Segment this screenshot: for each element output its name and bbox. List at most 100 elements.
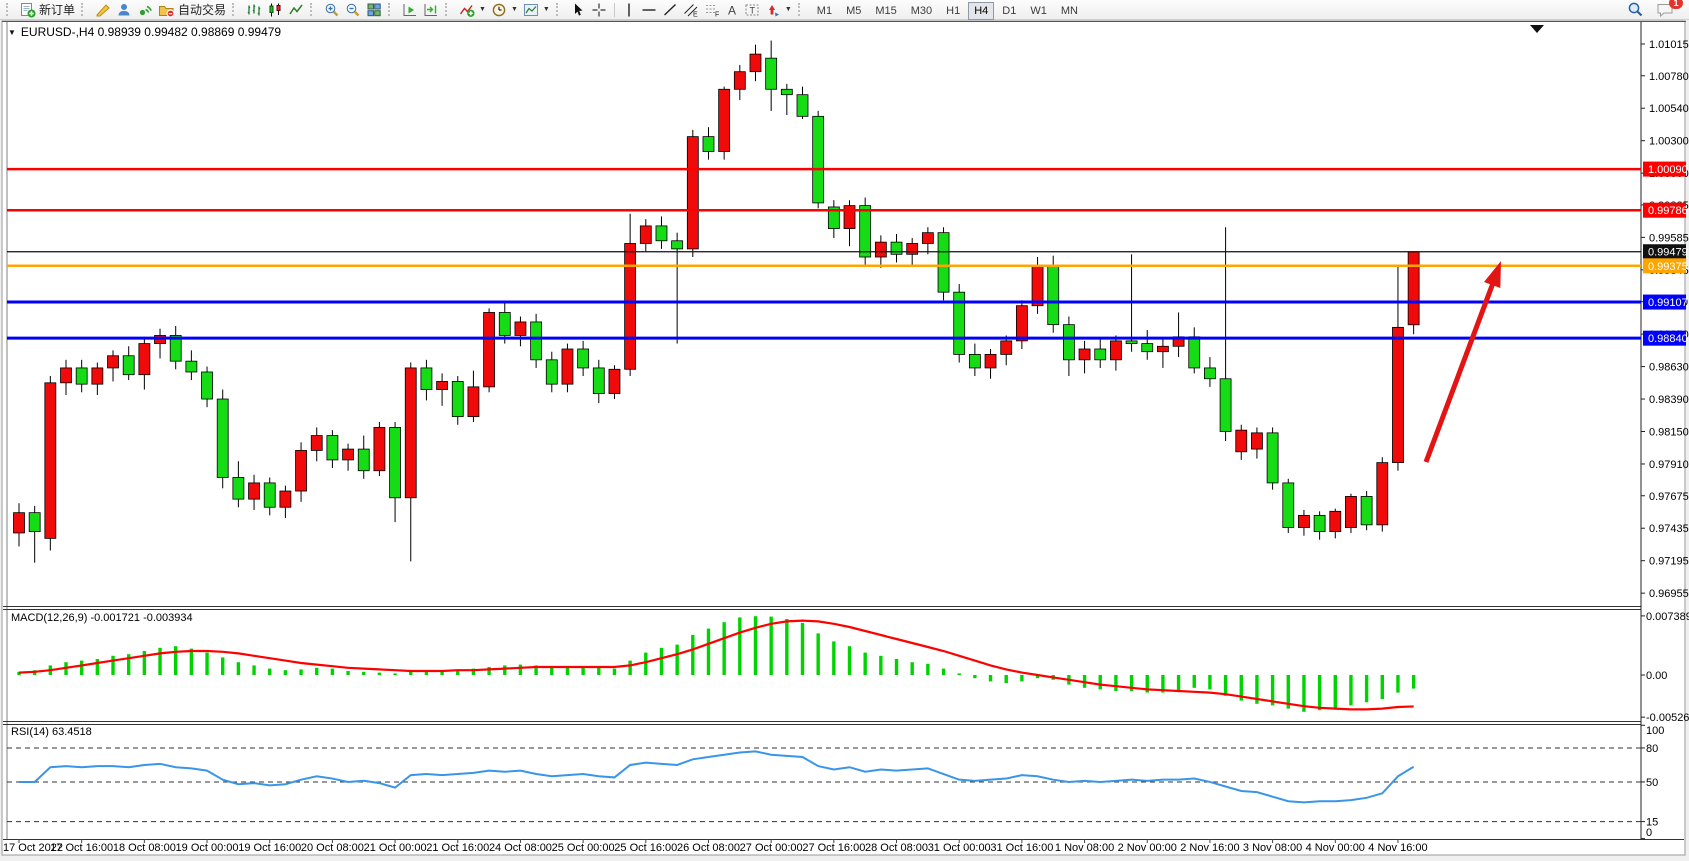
- vertical-line-button[interactable]: [620, 1, 638, 19]
- toolbar-grip: [556, 3, 563, 16]
- crosshair-icon: [591, 2, 607, 18]
- channel-icon: E: [683, 2, 699, 18]
- styler-button[interactable]: [93, 1, 113, 19]
- zoom-out-button[interactable]: [343, 1, 363, 19]
- arrows-button[interactable]: ▼: [763, 1, 794, 19]
- svg-text:1.00300: 1.00300: [1649, 136, 1689, 148]
- svg-text:27 Oct 00:00: 27 Oct 00:00: [740, 842, 803, 854]
- ohlc-bars-icon: [246, 2, 262, 18]
- horizontal-line-button[interactable]: [639, 1, 659, 19]
- svg-text:4 Nov 00:00: 4 Nov 00:00: [1306, 842, 1365, 854]
- toolbar-right: 1: [1625, 1, 1676, 19]
- chart-shift-icon: [423, 2, 439, 18]
- fibonacci-button[interactable]: F: [702, 1, 722, 19]
- search-icon: [1627, 1, 1644, 18]
- new-order-button[interactable]: 新订单: [18, 1, 77, 19]
- autotrading-label: 自动交易: [178, 1, 226, 18]
- svg-text:0.007389: 0.007389: [1646, 611, 1689, 623]
- svg-text:0: 0: [1646, 827, 1652, 839]
- equidistant-channel-button[interactable]: E: [681, 1, 701, 19]
- svg-text:3 Nov 08:00: 3 Nov 08:00: [1243, 842, 1302, 854]
- svg-text:-0.005269: -0.005269: [1646, 712, 1689, 724]
- bar-chart-button[interactable]: [244, 1, 264, 19]
- timeframe-button-m1[interactable]: M1: [811, 2, 838, 20]
- templates-button[interactable]: ▼: [521, 1, 552, 19]
- horizontal-line-icon: [641, 2, 657, 18]
- chevron-down-icon: ▼: [511, 6, 518, 13]
- svg-text:21 Oct 00:00: 21 Oct 00:00: [364, 842, 427, 854]
- toolbar-grip: [232, 3, 239, 16]
- fibonacci-icon: F: [704, 2, 720, 18]
- timeframe-button-m15[interactable]: M15: [869, 2, 902, 20]
- rsi-indicator-label: RSI(14) 63.4518: [11, 726, 92, 738]
- svg-text:27 Oct 16:00: 27 Oct 16:00: [802, 842, 865, 854]
- line-chart-button[interactable]: [286, 1, 306, 19]
- line-chart-icon: [288, 2, 304, 18]
- timeframe-button-m30[interactable]: M30: [905, 2, 938, 20]
- zoom-in-button[interactable]: [322, 1, 342, 19]
- svg-text:31 Oct 16:00: 31 Oct 16:00: [990, 842, 1053, 854]
- chevron-down-icon: ▼: [785, 6, 792, 13]
- clock-icon: [491, 2, 507, 18]
- svg-text:2 Nov 16:00: 2 Nov 16:00: [1180, 842, 1239, 854]
- toolbar-grip: [388, 3, 395, 16]
- label-button[interactable]: T: [742, 1, 762, 19]
- text-icon: A: [725, 2, 739, 18]
- timeframe-toolbar: M1M5M15M30H1H4D1W1MN: [810, 1, 1085, 19]
- symbol-dropdown-icon[interactable]: ▼: [8, 28, 16, 37]
- zoom-in-icon: [324, 2, 340, 18]
- timeframe-button-d1[interactable]: D1: [996, 2, 1022, 20]
- autotrading-button[interactable]: 自动交易: [156, 1, 228, 19]
- vertical-line-icon: [622, 2, 636, 18]
- svg-text:F: F: [715, 11, 719, 18]
- toolbar-separator: [614, 3, 615, 17]
- cursor-button[interactable]: [568, 1, 588, 19]
- tile-windows-button[interactable]: [364, 1, 384, 19]
- svg-text:28 Oct 08:00: 28 Oct 08:00: [865, 842, 928, 854]
- svg-text:2 Nov 00:00: 2 Nov 00:00: [1118, 842, 1177, 854]
- timeframe-button-m5[interactable]: M5: [840, 2, 867, 20]
- notification-badge: 1: [1669, 0, 1683, 9]
- svg-text:21 Oct 16:00: 21 Oct 16:00: [426, 842, 489, 854]
- periods-button[interactable]: ▼: [489, 1, 520, 19]
- terminal-button[interactable]: [114, 1, 134, 19]
- chart-canvas[interactable]: 1.010151.007801.005401.003001.000600.998…: [0, 20, 1689, 861]
- time-axis: 17 Oct 202217 Oct 16:0018 Oct 08:0019 Oc…: [3, 839, 1428, 854]
- new-order-label: 新订单: [39, 1, 75, 18]
- trendline-icon: [662, 2, 678, 18]
- crosshair-button[interactable]: [589, 1, 609, 19]
- svg-text:T: T: [749, 5, 755, 15]
- chevron-down-icon: ▼: [479, 6, 486, 13]
- svg-text:17 Oct 16:00: 17 Oct 16:00: [50, 842, 113, 854]
- chart-window: 1.010151.007801.005401.003001.000600.998…: [0, 20, 1689, 861]
- chat-button[interactable]: 1: [1654, 1, 1676, 19]
- signals-button[interactable]: [135, 1, 155, 19]
- timeframe-button-h4[interactable]: H4: [968, 2, 994, 20]
- trendline-button[interactable]: [660, 1, 680, 19]
- svg-text:18 Oct 08:00: 18 Oct 08:00: [113, 842, 176, 854]
- auto-scroll-icon: [402, 2, 418, 18]
- toolbar-grip: [6, 3, 13, 16]
- template-icon: [523, 2, 539, 18]
- search-button[interactable]: [1625, 1, 1646, 19]
- svg-text:0.00: 0.00: [1646, 670, 1667, 682]
- svg-text:0.96955: 0.96955: [1649, 588, 1689, 600]
- svg-text:100: 100: [1646, 725, 1664, 737]
- svg-text:0.98840: 0.98840: [1648, 333, 1688, 345]
- svg-text:0.98150: 0.98150: [1649, 427, 1689, 439]
- timeframe-button-mn[interactable]: MN: [1055, 2, 1084, 20]
- text-button[interactable]: A: [723, 1, 741, 19]
- chart-shift-button[interactable]: [421, 1, 441, 19]
- arrows-icon: [765, 2, 781, 18]
- candlestick-chart-button[interactable]: [265, 1, 285, 19]
- auto-scroll-button[interactable]: [400, 1, 420, 19]
- candlestick-icon: [267, 2, 283, 18]
- timeframe-button-h1[interactable]: H1: [940, 2, 966, 20]
- cursor-icon: [570, 2, 586, 18]
- svg-text:50: 50: [1646, 777, 1658, 789]
- chart-title: EURUSD-,H4 0.98939 0.99482 0.98869 0.994…: [21, 25, 281, 39]
- indicators-button[interactable]: ▼: [457, 1, 488, 19]
- timeframe-button-w1[interactable]: W1: [1024, 2, 1053, 20]
- svg-text:0.99107: 0.99107: [1648, 297, 1688, 309]
- svg-text:25 Oct 00:00: 25 Oct 00:00: [552, 842, 615, 854]
